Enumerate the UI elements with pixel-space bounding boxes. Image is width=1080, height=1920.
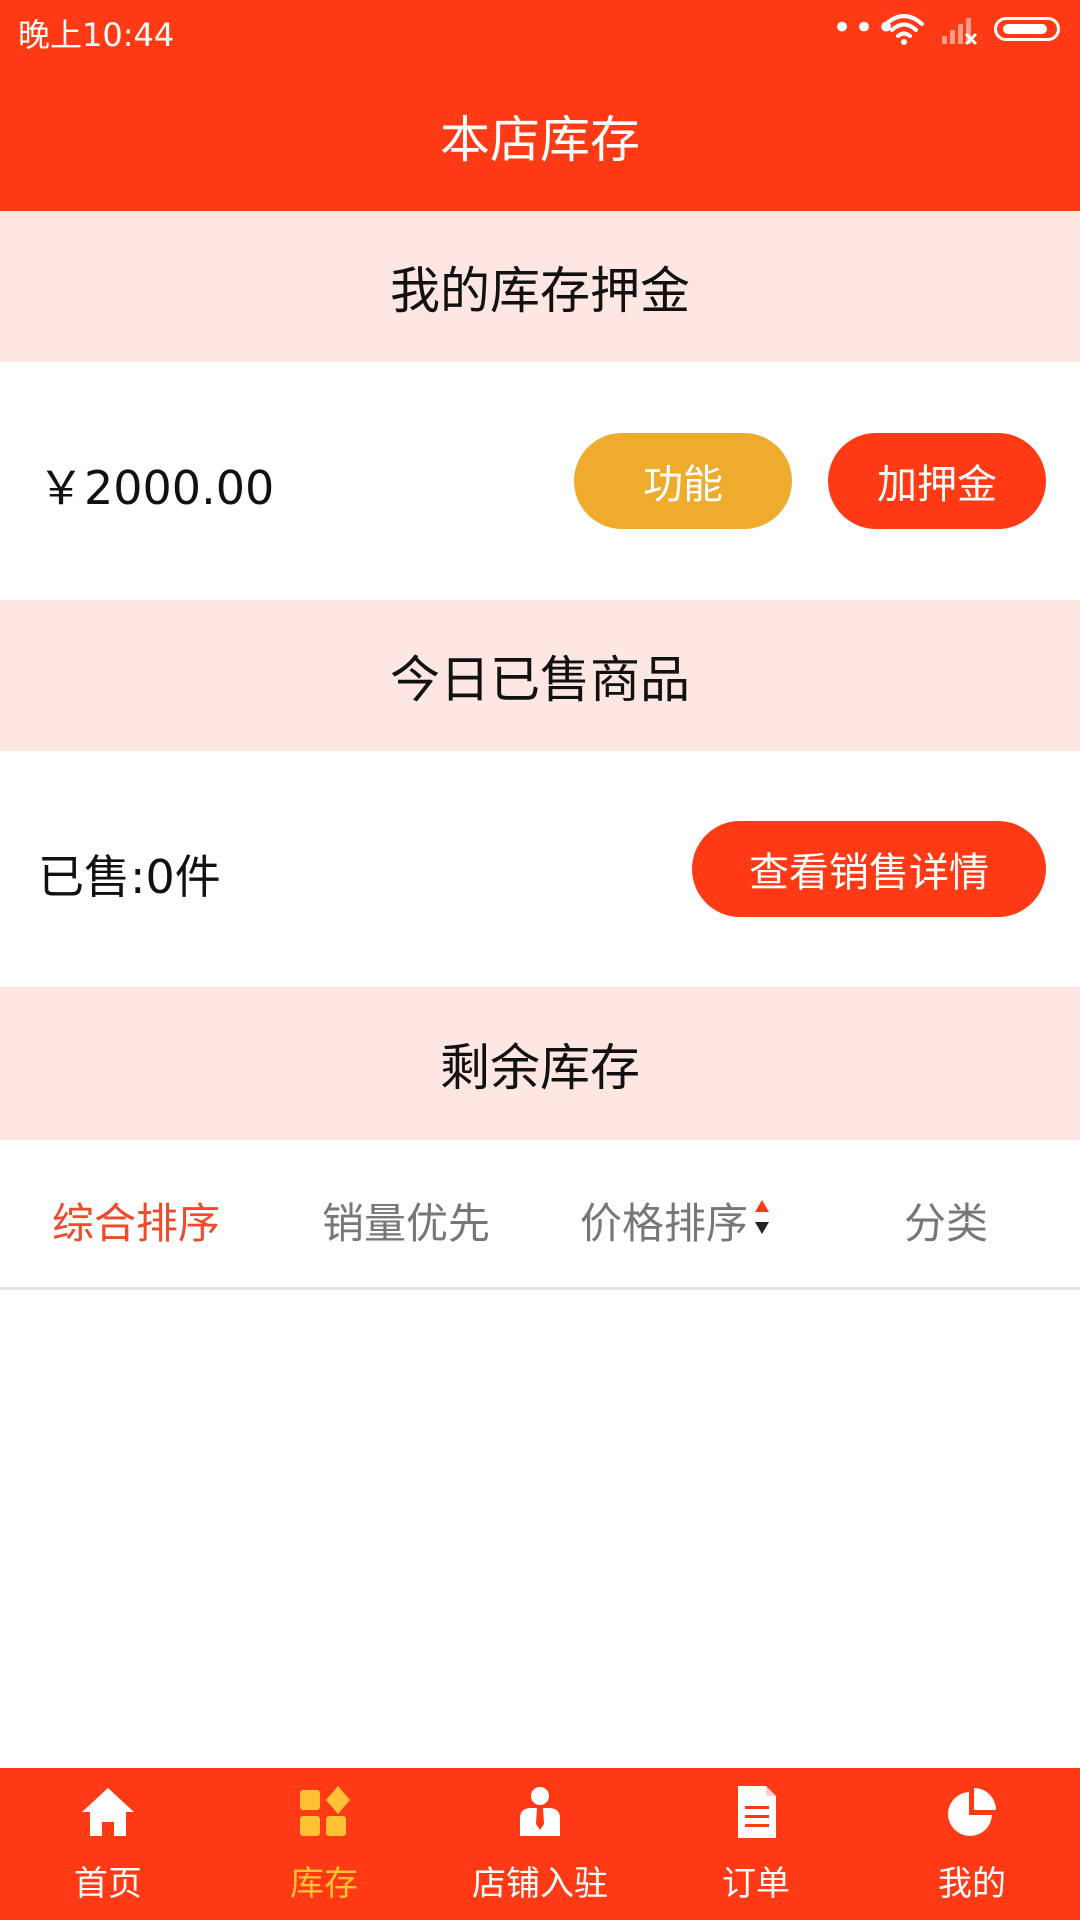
inventory-icon [300, 1786, 350, 1836]
home-icon [82, 1788, 134, 1836]
sort-tab-comprehensive[interactable]: 综合排序 [52, 1190, 220, 1251]
nav-label-mine: 我的 [938, 1864, 1006, 1904]
page-title: 本店库存 [440, 111, 640, 169]
status-bar: 晚上10:44 ••• [0, 0, 1080, 62]
bottom-nav: 首页 库存 店铺入驻 订单 我的 [0, 1768, 1080, 1920]
nav-item-inventory[interactable]: 库存 [216, 1768, 432, 1920]
function-button[interactable]: 功能 [574, 433, 792, 529]
deposit-amount: ￥2000.00 [38, 461, 275, 515]
wifi-icon [884, 14, 924, 45]
top-header: 晚上10:44 ••• 本店库存 [0, 0, 1080, 211]
nav-item-merchant[interactable]: 店铺入驻 [432, 1768, 648, 1920]
nav-label-orders: 订单 [722, 1864, 790, 1904]
sort-tab-price[interactable]: 价格排序 [580, 1190, 748, 1251]
signal-icon [942, 18, 978, 46]
pie-chart-icon [948, 1788, 996, 1836]
sold-today-section-header: 今日已售商品 [0, 600, 1080, 751]
add-deposit-button[interactable]: 加押金 [828, 433, 1046, 529]
sold-count: 已售:0件 [38, 850, 221, 904]
nav-label-merchant: 店铺入驻 [472, 1864, 608, 1904]
nav-label-home: 首页 [74, 1864, 142, 1904]
sort-arrows-icon [755, 1200, 769, 1234]
remaining-stock-section-header: 剩余库存 [0, 987, 1080, 1140]
battery-icon [994, 17, 1060, 41]
sort-bar: 综合排序 销量优先 价格排序 分类 [0, 1140, 1080, 1290]
sort-tab-sales[interactable]: 销量优先 [322, 1190, 490, 1251]
merchant-icon [520, 1787, 560, 1836]
deposit-section-header: 我的库存押金 [0, 211, 1080, 362]
nav-item-orders[interactable]: 订单 [648, 1768, 864, 1920]
nav-label-inventory: 库存 [290, 1864, 358, 1904]
view-sales-details-button[interactable]: 查看销售详情 [692, 821, 1046, 917]
sold-today-row: 已售:0件 查看销售详情 [0, 751, 1080, 987]
nav-item-mine[interactable]: 我的 [864, 1768, 1080, 1920]
sort-tab-category[interactable]: 分类 [904, 1190, 988, 1251]
status-time: 晚上10:44 [18, 16, 175, 54]
deposit-row: ￥2000.00 功能 加押金 [0, 362, 1080, 600]
order-document-icon [738, 1786, 776, 1838]
nav-item-home[interactable]: 首页 [0, 1768, 216, 1920]
